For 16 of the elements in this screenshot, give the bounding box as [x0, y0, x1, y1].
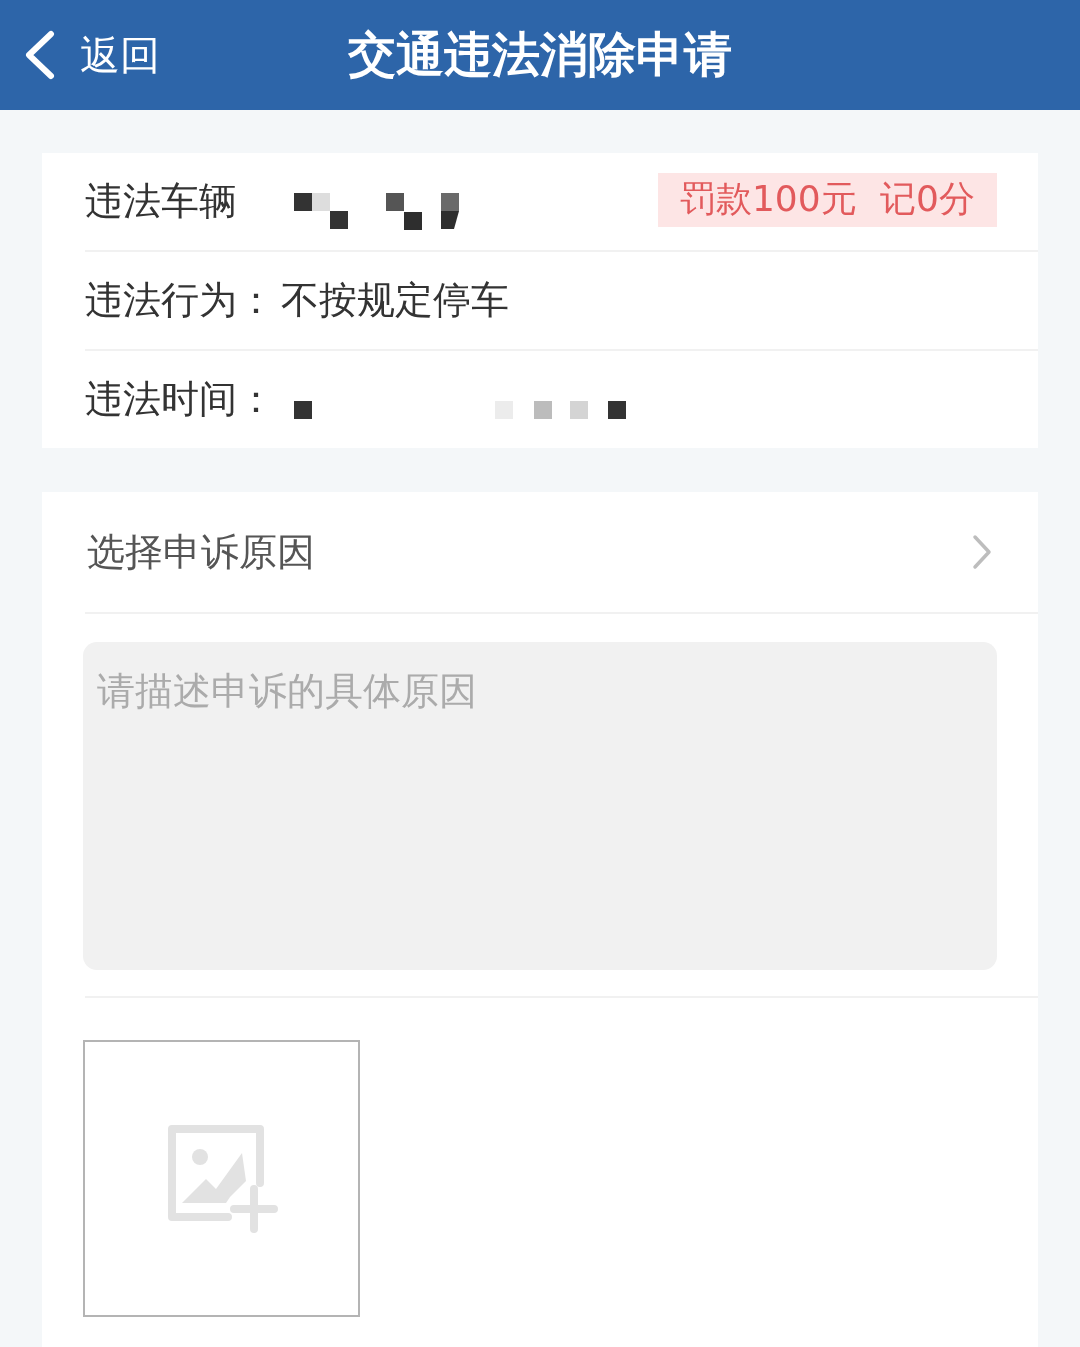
- field-label: 违法时间：: [85, 376, 276, 423]
- redaction-mosaic-icon: [386, 193, 459, 230]
- field-label: 违法行为：: [85, 277, 276, 324]
- field-value: 不按规定停车: [281, 277, 509, 324]
- redaction-mosaic-icon: [495, 400, 626, 419]
- photo-upload-button[interactable]: [83, 1040, 360, 1317]
- back-button[interactable]: 返回: [22, 27, 166, 83]
- page-title: 交通违法消除申请: [348, 25, 732, 84]
- redaction-mosaic-icon: [294, 193, 348, 229]
- chevron-right-icon: [972, 534, 992, 570]
- description-field[interactable]: 请描述申诉的具体原因: [83, 642, 997, 970]
- image-plus-icon: [165, 1122, 278, 1235]
- penalty-badge: 罚款100元 记0分: [657, 172, 997, 227]
- field-label: 违法车辆: [85, 178, 238, 225]
- redaction-mosaic-icon: [294, 400, 312, 419]
- appeal-reason-picker[interactable]: 选择申诉原因: [85, 492, 1038, 614]
